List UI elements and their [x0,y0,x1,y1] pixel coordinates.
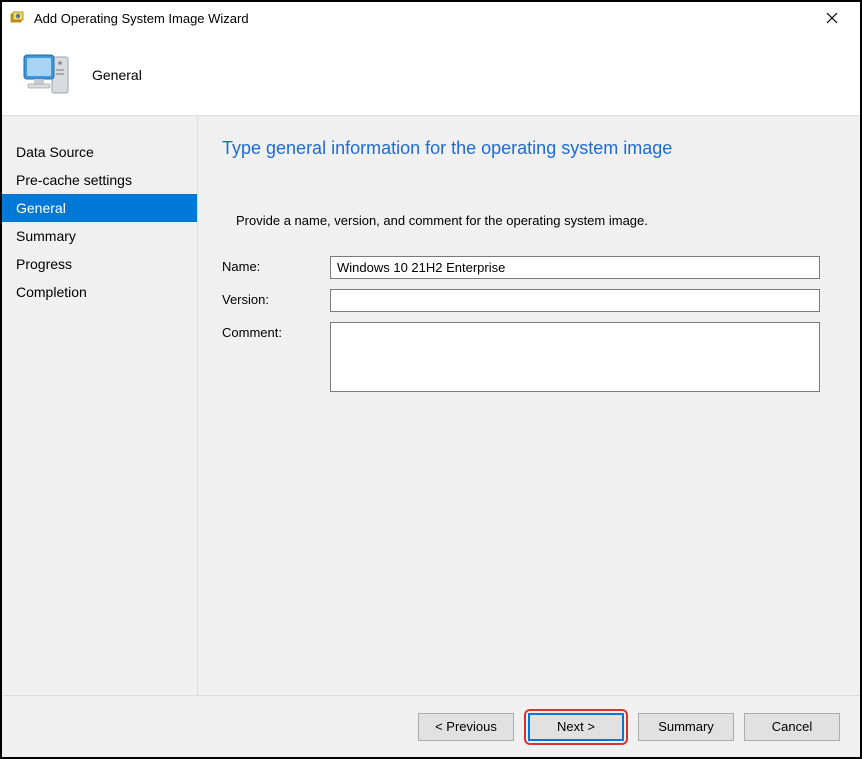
page-instruction: Provide a name, version, and comment for… [236,213,836,228]
version-input[interactable] [330,289,820,312]
sidebar-item-general[interactable]: General [2,194,197,222]
computer-icon [20,49,72,101]
close-button[interactable] [812,4,852,32]
wizard-footer: < Previous Next > Summary Cancel [2,695,860,757]
app-icon [10,10,26,26]
summary-button[interactable]: Summary [638,713,734,741]
sidebar-item-summary[interactable]: Summary [2,222,197,250]
wizard-sidebar: Data Source Pre-cache settings General S… [2,116,197,695]
page-heading: Type general information for the operati… [222,138,836,159]
comment-label: Comment: [222,322,330,392]
sidebar-item-precache[interactable]: Pre-cache settings [2,166,197,194]
comment-textarea[interactable] [330,322,820,392]
previous-button[interactable]: < Previous [418,713,514,741]
next-button[interactable]: Next > [528,713,624,741]
titlebar: Add Operating System Image Wizard [2,2,860,34]
version-label: Version: [222,289,330,312]
name-label: Name: [222,256,330,279]
wizard-content: Type general information for the operati… [197,116,860,695]
sidebar-item-data-source[interactable]: Data Source [2,138,197,166]
name-input[interactable] [330,256,820,279]
wizard-header: General [2,34,860,116]
sidebar-item-completion[interactable]: Completion [2,278,197,306]
window-title: Add Operating System Image Wizard [34,11,812,26]
next-button-highlight: Next > [524,709,628,745]
cancel-button[interactable]: Cancel [744,713,840,741]
header-title: General [92,67,142,83]
sidebar-item-progress[interactable]: Progress [2,250,197,278]
